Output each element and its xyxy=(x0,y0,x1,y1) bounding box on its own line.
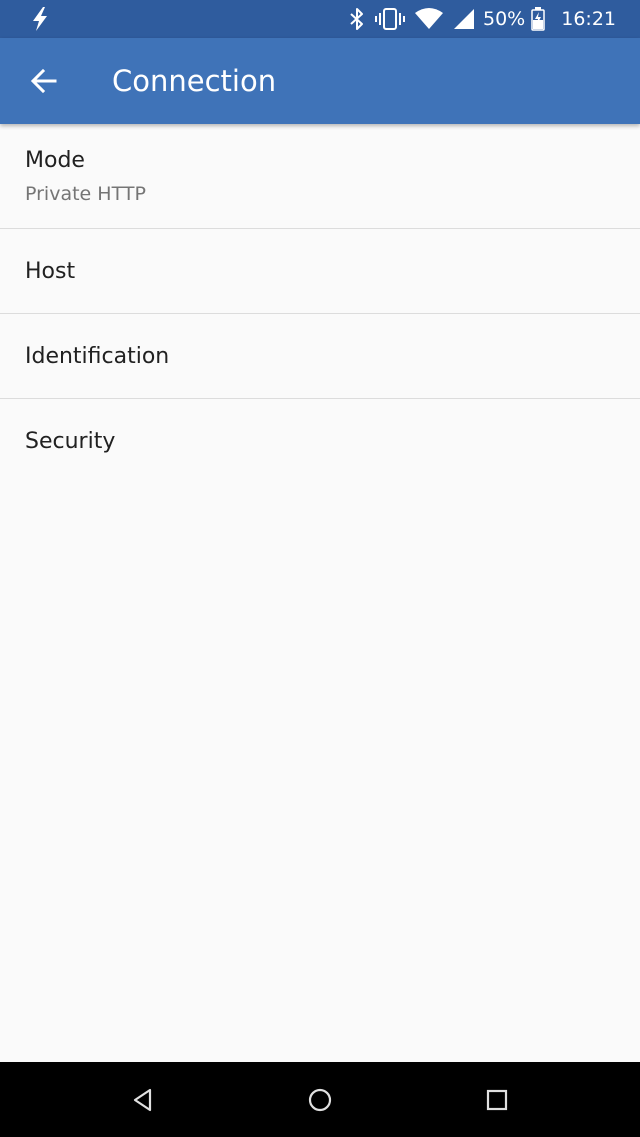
vibrate-icon xyxy=(375,7,405,31)
nav-back-icon xyxy=(133,1088,152,1112)
settings-list: Mode Private HTTP Host Identification Se… xyxy=(0,124,640,484)
status-icons: 50% 16:21 xyxy=(339,0,616,38)
pref-item-host[interactable]: Host xyxy=(0,229,640,314)
app-bar: Connection xyxy=(0,38,640,124)
back-button[interactable] xyxy=(22,59,66,103)
pref-item-mode[interactable]: Mode Private HTTP xyxy=(0,124,640,229)
page-title: Connection xyxy=(112,64,277,98)
cell-signal-icon xyxy=(453,8,475,30)
pref-title: Security xyxy=(25,429,116,454)
arrow-back-icon xyxy=(30,68,57,94)
nav-back-button[interactable] xyxy=(119,1076,167,1124)
pref-item-identification[interactable]: Identification xyxy=(0,314,640,399)
bluetooth-icon xyxy=(349,7,365,31)
screen: 50% 16:21 Connection Mode Private HTTP H… xyxy=(0,0,640,1137)
pref-item-security[interactable]: Security xyxy=(0,399,640,484)
navigation-bar xyxy=(0,1062,640,1137)
nav-home-button[interactable] xyxy=(296,1076,344,1124)
pref-summary: Private HTTP xyxy=(25,183,146,205)
battery-icon xyxy=(531,7,545,31)
pref-title: Host xyxy=(25,259,76,284)
nav-home-icon xyxy=(308,1088,332,1112)
status-bar: 50% 16:21 xyxy=(0,0,640,38)
nav-recents-button[interactable] xyxy=(473,1076,521,1124)
flash-icon xyxy=(28,6,52,32)
pref-title: Identification xyxy=(25,344,170,369)
status-time: 16:21 xyxy=(561,8,616,30)
wifi-icon xyxy=(415,8,443,30)
pref-title: Mode xyxy=(25,148,85,173)
nav-recents-icon xyxy=(486,1089,508,1111)
battery-percent: 50% xyxy=(483,8,526,30)
